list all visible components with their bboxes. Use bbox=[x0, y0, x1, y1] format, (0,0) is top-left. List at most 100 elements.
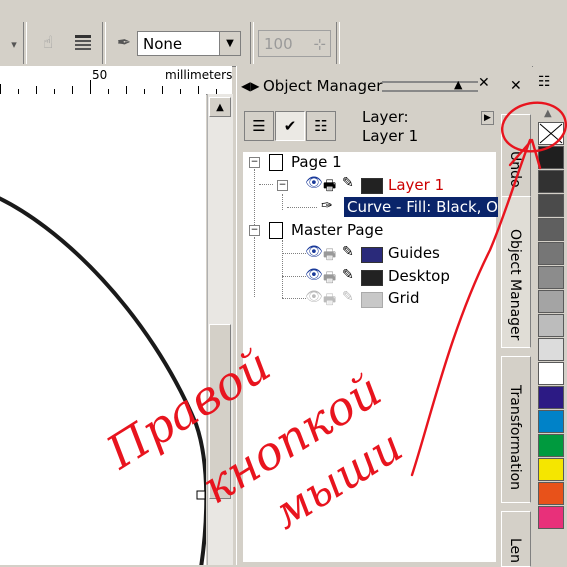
tab-lens[interactable]: Len bbox=[501, 511, 531, 567]
property-bar: ▾ ☝ ✒ None ▼ 100 ⊹ bbox=[0, 0, 567, 67]
no-fill-swatch[interactable] bbox=[538, 122, 564, 145]
pencil-edit-icon[interactable]: ✎ bbox=[342, 289, 354, 305]
outline-width-select[interactable]: None ▼ bbox=[137, 31, 241, 56]
palette-color-swatch[interactable] bbox=[538, 362, 564, 385]
palette-color-swatch[interactable] bbox=[538, 410, 564, 433]
outline-width-value: None bbox=[143, 35, 183, 53]
tree-item-master-page[interactable]: Master Page bbox=[291, 220, 383, 240]
tree-connector bbox=[287, 207, 317, 209]
ruler-tick bbox=[198, 86, 199, 94]
docker-grip-icon[interactable]: ◀▶ bbox=[241, 79, 259, 93]
palette-color-swatch[interactable] bbox=[538, 482, 564, 505]
palette-color-swatch[interactable] bbox=[538, 458, 564, 481]
desktop-color-swatch[interactable] bbox=[361, 270, 383, 286]
palette-color-swatch[interactable] bbox=[538, 194, 564, 217]
shape-tool-icon[interactable]: ☝ bbox=[34, 30, 62, 56]
scrollbar-thumb[interactable] bbox=[209, 324, 231, 499]
toolbar-separator bbox=[23, 22, 27, 64]
pencil-edit-icon[interactable]: ✎ bbox=[342, 244, 354, 260]
collapse-toggle-icon[interactable]: − bbox=[277, 180, 288, 191]
title-grip-lines bbox=[382, 81, 478, 92]
palette-color-swatch[interactable] bbox=[538, 314, 564, 337]
palette-options-icon[interactable]: ☷ bbox=[538, 74, 562, 96]
palette-scroll-up-icon[interactable]: ▲ bbox=[544, 108, 552, 119]
printer-icon[interactable]: 🖶 bbox=[323, 289, 336, 313]
tree-item-layer1[interactable]: Layer 1 bbox=[388, 175, 444, 195]
canvas-curve[interactable] bbox=[0, 94, 206, 565]
ruler-tick bbox=[162, 86, 163, 94]
layer1-color-swatch[interactable] bbox=[361, 178, 383, 194]
palette-color-swatch[interactable] bbox=[538, 386, 564, 409]
palette-color-swatch[interactable] bbox=[538, 338, 564, 361]
pencil-edit-icon[interactable]: ✎ bbox=[342, 175, 354, 191]
palette-color-swatch[interactable] bbox=[538, 290, 564, 313]
palette-color-swatch[interactable] bbox=[538, 242, 564, 265]
pen-outline-icon[interactable]: ✒ bbox=[110, 30, 138, 56]
tab-transformation[interactable]: Transformation bbox=[501, 356, 531, 503]
palette-color-swatch[interactable] bbox=[538, 218, 564, 241]
collapse-toggle-icon[interactable]: − bbox=[249, 225, 260, 236]
tab-object-manager[interactable]: Object Manager bbox=[501, 196, 531, 348]
tab-object-manager-label: Object Manager bbox=[507, 229, 523, 341]
spin-arrows-icon[interactable]: ⊹ bbox=[313, 35, 326, 53]
layer-label-name: Layer 1 bbox=[362, 127, 419, 145]
scale-value: 100 bbox=[264, 35, 293, 53]
object-tree[interactable]: − Page 1 − 👁 🖶 ✎ Layer 1 ✑ Curve - Fill:… bbox=[243, 152, 499, 562]
tree-item-desktop[interactable]: Desktop bbox=[388, 266, 450, 286]
docker-close-icon[interactable]: ✕ bbox=[478, 75, 490, 91]
tree-item-curve[interactable]: Curve - Fill: Black, O bbox=[344, 197, 499, 217]
scale-input[interactable]: 100 ⊹ bbox=[258, 30, 331, 57]
tree-item-page1[interactable]: Page 1 bbox=[291, 152, 342, 172]
object-manager-toolbar: ☰ ✔ ☷ Layer: Layer 1 ▶ bbox=[242, 108, 496, 150]
pencil-edit-icon[interactable]: ✎ bbox=[342, 267, 354, 283]
page-icon bbox=[269, 222, 283, 239]
close-all-dockers-icon[interactable]: ✕ bbox=[510, 78, 522, 94]
vertical-scrollbar[interactable]: ▲ bbox=[207, 94, 233, 565]
visibility-eye-icon[interactable]: 👁 bbox=[305, 244, 323, 260]
drawing-canvas[interactable] bbox=[0, 94, 206, 565]
toolbar-separator bbox=[250, 22, 254, 64]
printer-icon[interactable]: 🖶 bbox=[323, 267, 336, 291]
scroll-up-arrow-icon[interactable]: ▲ bbox=[209, 97, 231, 117]
color-palette: ☷ ▲ bbox=[533, 66, 567, 565]
chevron-down-icon[interactable]: ▼ bbox=[219, 32, 240, 55]
palette-color-swatch[interactable] bbox=[538, 170, 564, 193]
object-manager-docker: ◀▶ Object Manager ▲ ✕ ☰ ✔ ☷ Layer: Layer… bbox=[236, 66, 499, 565]
wrap-text-icon[interactable] bbox=[69, 30, 97, 56]
tree-item-grid[interactable]: Grid bbox=[388, 288, 419, 308]
current-layer-label: Layer: Layer 1 bbox=[362, 108, 418, 146]
collapse-toggle-icon[interactable]: − bbox=[249, 157, 260, 168]
palette-color-swatch[interactable] bbox=[538, 266, 564, 289]
palette-color-swatch[interactable] bbox=[538, 506, 564, 529]
guides-color-swatch[interactable] bbox=[361, 247, 383, 263]
layer-stack-icon[interactable]: ☰ bbox=[244, 111, 274, 141]
toolbar-separator bbox=[336, 22, 340, 64]
tab-undo-label: Undo bbox=[507, 151, 523, 188]
printer-icon[interactable]: 🖶 bbox=[323, 175, 336, 199]
tree-item-guides[interactable]: Guides bbox=[388, 243, 440, 263]
tree-connector bbox=[282, 253, 306, 255]
edit-across-layers-icon[interactable]: ✔ bbox=[275, 111, 305, 141]
tree-connector bbox=[254, 237, 256, 297]
docker-title-bar[interactable]: ◀▶ Object Manager ▲ ✕ bbox=[241, 74, 497, 96]
tab-transformation-label: Transformation bbox=[507, 385, 523, 491]
ruler-tick bbox=[0, 84, 1, 94]
tab-lens-label: Len bbox=[507, 538, 523, 564]
horizontal-ruler[interactable]: 50 millimeters bbox=[0, 66, 232, 95]
palette-color-swatch[interactable] bbox=[538, 434, 564, 457]
tree-connector bbox=[282, 240, 284, 298]
layer-manager-view-icon[interactable]: ☷ bbox=[306, 111, 336, 141]
docker-tabs: ✕ Undo Object Manager Transformation Len bbox=[498, 66, 532, 567]
palette-color-swatch[interactable] bbox=[538, 146, 564, 169]
visibility-eye-icon[interactable]: 👁 bbox=[305, 289, 323, 305]
page-icon bbox=[269, 154, 283, 171]
printer-icon[interactable]: 🖶 bbox=[323, 244, 336, 268]
grid-color-swatch[interactable] bbox=[361, 292, 383, 308]
ruler-tick bbox=[90, 80, 91, 94]
layer-label-title: Layer: bbox=[362, 108, 409, 126]
visibility-eye-icon[interactable]: 👁 bbox=[305, 267, 323, 283]
ruler-label-50: 50 bbox=[92, 68, 108, 82]
flyout-arrow-icon[interactable]: ▶ bbox=[481, 111, 494, 125]
visibility-eye-icon[interactable]: 👁 bbox=[305, 175, 323, 191]
docker-menu-icon[interactable]: ▲ bbox=[454, 78, 462, 91]
